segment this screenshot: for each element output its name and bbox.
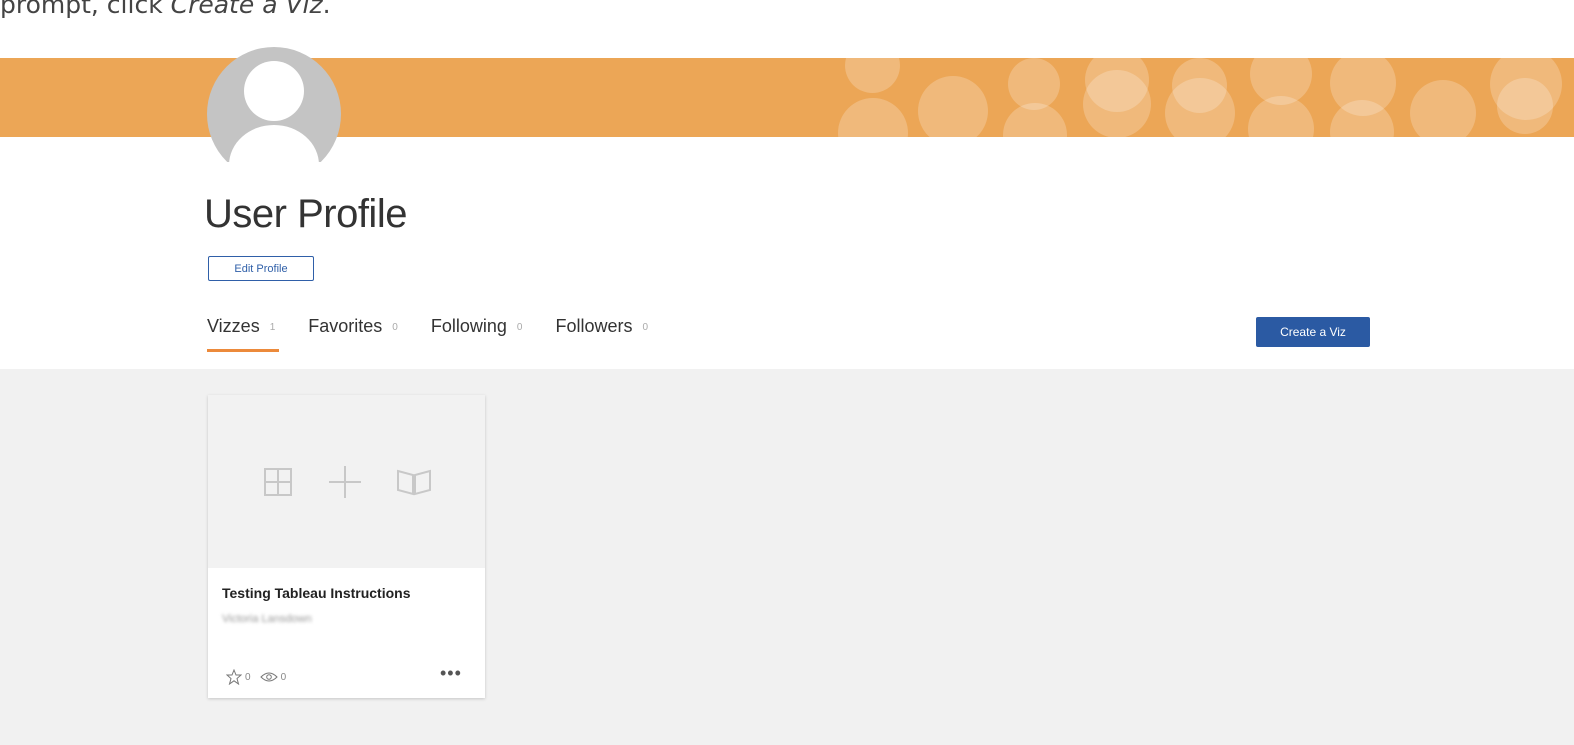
favorites-count: 0 bbox=[245, 671, 251, 683]
profile-tabs: Vizzes 1 Favorites 0 Following 0 Followe… bbox=[207, 316, 681, 352]
tab-count: 0 bbox=[516, 322, 523, 333]
tab-count: 0 bbox=[642, 322, 649, 333]
tab-favorites[interactable]: Favorites 0 bbox=[308, 316, 398, 348]
page-title: User Profile bbox=[204, 192, 407, 236]
tab-following[interactable]: Following 0 bbox=[431, 316, 523, 348]
tab-count: 0 bbox=[392, 322, 398, 333]
avatar-head bbox=[244, 61, 304, 121]
views-count: 0 bbox=[280, 671, 287, 683]
eye-icon bbox=[259, 672, 278, 682]
tab-count: 1 bbox=[269, 322, 276, 333]
viz-author[interactable]: Victoria Lansdown bbox=[222, 613, 312, 625]
tab-followers[interactable]: Followers 0 bbox=[555, 316, 648, 348]
tab-label: Favorites bbox=[308, 316, 383, 336]
viz-title[interactable]: Testing Tableau Instructions bbox=[222, 585, 411, 601]
book-icon bbox=[397, 469, 431, 496]
tab-vizzes[interactable]: Vizzes 1 bbox=[207, 316, 280, 352]
more-options-icon[interactable]: ••• bbox=[440, 663, 462, 684]
plus-icon bbox=[329, 466, 361, 498]
tab-label: Vizzes bbox=[207, 316, 260, 336]
create-viz-button[interactable]: Create a Viz bbox=[1256, 317, 1370, 347]
viz-card[interactable]: Testing Tableau Instructions Victoria La… bbox=[208, 395, 485, 698]
views-stat: 0 bbox=[259, 671, 287, 683]
tab-label: Following bbox=[430, 316, 507, 336]
tab-label: Followers bbox=[555, 316, 633, 336]
edit-profile-button[interactable]: Edit Profile bbox=[208, 256, 314, 281]
viz-stats: 0 0 bbox=[226, 669, 295, 685]
viz-gallery: Testing Tableau Instructions Victoria La… bbox=[0, 369, 1574, 745]
avatar[interactable] bbox=[207, 47, 341, 181]
favorites-stat[interactable]: 0 bbox=[226, 669, 251, 685]
grid-icon bbox=[264, 468, 292, 496]
star-icon bbox=[226, 669, 242, 685]
viz-thumbnail[interactable] bbox=[208, 395, 485, 568]
instruction-text: prompt, click Create a Viz. bbox=[0, 0, 331, 19]
avatar-mask bbox=[190, 162, 360, 192]
